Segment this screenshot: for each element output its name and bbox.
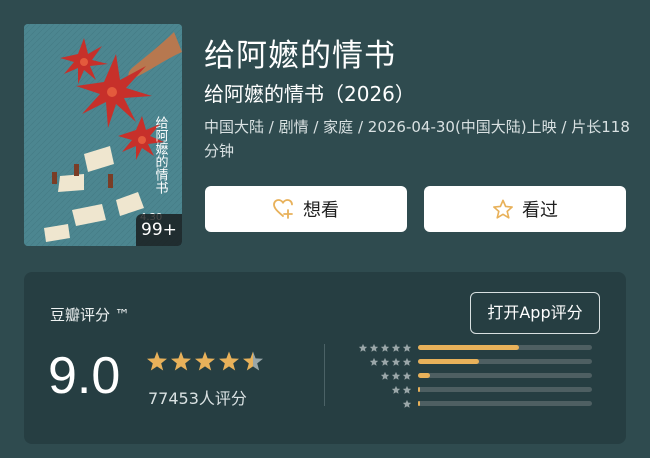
rating-star-icon (219, 351, 239, 371)
distribution-bar-track (418, 344, 592, 350)
distribution-bar-fill (418, 400, 420, 406)
poster-vertical-title: 给阿嬷的情书 (153, 116, 169, 195)
distribution-bar-fill (418, 386, 420, 392)
watched-button[interactable]: 看过 (424, 186, 626, 232)
movie-title: 给阿嬷的情书 (204, 38, 396, 74)
distribution-bar-fill (418, 344, 519, 350)
poster-badge[interactable]: 99+ (136, 214, 182, 246)
distribution-bar-track (418, 372, 592, 378)
distribution-bar-fill (418, 358, 479, 364)
rating-stars (146, 350, 264, 376)
want-to-watch-button[interactable]: 想看 (205, 186, 407, 232)
distribution-bar-track (418, 400, 592, 406)
poster-artwork: 给阿嬷的情书 4.30 (24, 24, 182, 246)
distribution-stars (360, 394, 418, 413)
movie-subtitle: 给阿嬷的情书（2026） (204, 82, 415, 106)
watched-label: 看过 (522, 200, 558, 221)
distribution-row-1-star (360, 396, 604, 410)
distribution-bar-fill (418, 372, 431, 378)
small-star-icon (402, 394, 412, 413)
divider (324, 344, 325, 406)
douban-rating-label: 豆瓣评分 ™ (50, 306, 130, 324)
movie-meta: 中国大陆 / 剧情 / 家庭 / 2026-04-30(中国大陆)上映 / 片长… (204, 118, 630, 160)
rating-star-icon (243, 351, 263, 371)
want-to-watch-label: 想看 (303, 200, 339, 221)
rating-star-icon (147, 351, 167, 371)
rating-star-icon (171, 351, 191, 371)
rating-count: 77453人评分 (148, 389, 247, 408)
rating-star-icon (195, 351, 215, 371)
heart-plus-icon (273, 199, 295, 219)
star-outline-icon (492, 199, 514, 220)
rating-card: 豆瓣评分 ™ 打开App评分 9.0 77453人评分 (24, 272, 626, 444)
open-app-rating-button[interactable]: 打开App评分 (470, 292, 600, 334)
rating-distribution (358, 340, 604, 410)
rating-score: 9.0 (48, 347, 121, 405)
distribution-bar-track (418, 358, 592, 364)
movie-poster[interactable]: 给阿嬷的情书 4.30 99+ (24, 24, 182, 246)
distribution-bar-track (418, 386, 592, 392)
